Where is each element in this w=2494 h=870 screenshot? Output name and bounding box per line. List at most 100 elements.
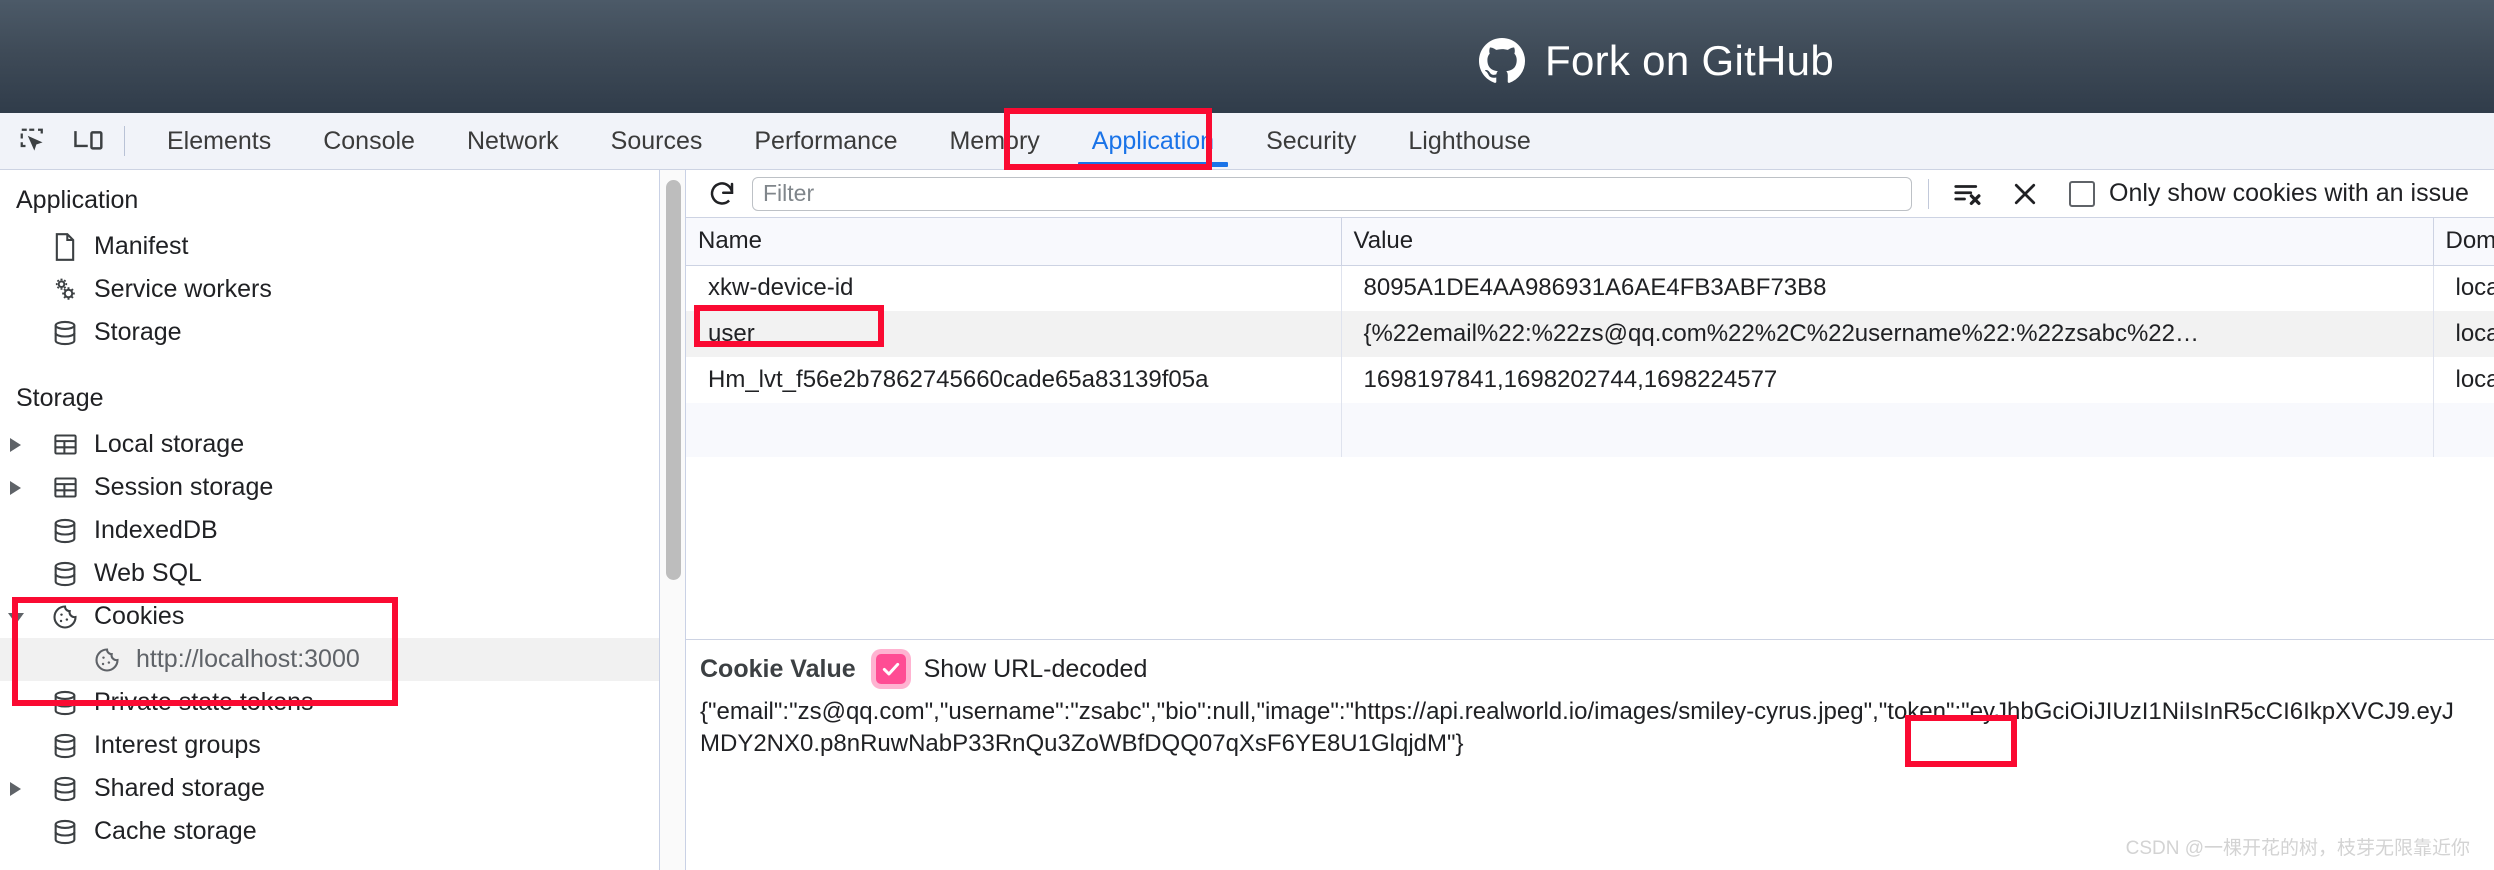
close-x-icon[interactable] xyxy=(2003,174,2047,214)
toolbar-divider xyxy=(1928,178,1929,209)
twisty-icon xyxy=(6,322,28,344)
cookie-value-line-1: {"email":"zs@qq.com","username":"zsabc",… xyxy=(700,698,2454,725)
sidebar-item-local-storage[interactable]: Local storage xyxy=(0,423,659,466)
sidebar-item-manifest[interactable]: Manifest xyxy=(0,225,659,268)
cookie-icon xyxy=(50,602,80,632)
tab-performance[interactable]: Performance xyxy=(728,113,923,169)
tab-label: Application xyxy=(1091,126,1215,155)
page-banner: Fork on GitHub xyxy=(0,0,2494,113)
sidebar-item-label: Service workers xyxy=(94,275,272,303)
devtools-tool-icons xyxy=(0,122,108,160)
cell-name: Hm_lvt_f56e2b7862745660cade65a83139f05a xyxy=(686,357,1342,403)
table-row[interactable]: Hm_lvt_f56e2b7862745660cade65a83139f05a … xyxy=(686,357,2494,403)
inspect-element-icon[interactable] xyxy=(14,122,52,160)
table-icon xyxy=(50,473,80,503)
cookie-value-line-2: MDY2NX0.p8nRuwNabP33RnQu3ZoWBfDQQ07qXsF6… xyxy=(700,729,1464,757)
sidebar-item-label: Cookies xyxy=(94,602,185,630)
tab-network[interactable]: Network xyxy=(441,113,585,169)
only-show-issues-label: Only show cookies with an issue xyxy=(2109,179,2469,207)
refresh-icon[interactable] xyxy=(700,174,744,214)
sidebar-item-label: Session storage xyxy=(94,473,274,501)
cell-domain: localhost xyxy=(2433,357,2494,403)
only-show-issues-checkbox[interactable]: Only show cookies with an issue xyxy=(2069,179,2469,208)
sidebar-item-label: http://localhost:3000 xyxy=(136,645,360,673)
database-icon xyxy=(50,731,80,761)
tab-elements[interactable]: Elements xyxy=(141,113,297,169)
clear-all-cookies-icon[interactable] xyxy=(1945,174,1989,214)
tab-memory[interactable]: Memory xyxy=(923,113,1065,169)
filter-input[interactable] xyxy=(752,176,1912,211)
fork-on-github-label: Fork on GitHub xyxy=(1545,36,1834,84)
sidebar-item-label: Manifest xyxy=(94,232,189,260)
tab-application[interactable]: Application xyxy=(1066,113,1240,169)
table-header-row: Name Value Domain Path xyxy=(686,218,2494,266)
fork-on-github-link[interactable]: Fork on GitHub xyxy=(1479,37,1834,85)
cell-value: 1698197841,1698202744,1698224577 xyxy=(1341,357,2434,403)
tab-label: Lighthouse xyxy=(1408,126,1531,155)
cookies-panel: Only show cookies with an issue Name Val… xyxy=(686,170,2494,870)
column-header-domain[interactable]: Domain xyxy=(2433,218,2494,266)
cookies-table: Name Value Domain Path xkw-device-id 809… xyxy=(686,218,2494,457)
sidebar-item-shared-storage[interactable]: Shared storage xyxy=(0,767,659,810)
sidebar-item-service-workers[interactable]: Service workers xyxy=(0,268,659,311)
sidebar-item-cookie-origin-localhost-3000[interactable]: http://localhost:3000 xyxy=(0,638,659,681)
sidebar-item-cookies[interactable]: Cookies xyxy=(0,595,659,638)
sidebar-scrollbar[interactable] xyxy=(660,170,686,870)
device-toolbar-icon[interactable] xyxy=(70,122,108,160)
tab-console[interactable]: Console xyxy=(297,113,441,169)
twisty-closed-icon[interactable] xyxy=(6,434,28,456)
devtools-tabstrip: Elements Console Network Sources Perform… xyxy=(0,113,2494,170)
sidebar-item-label: Storage xyxy=(94,318,182,346)
tab-label: Console xyxy=(323,126,415,155)
cell-name: xkw-device-id xyxy=(686,265,1342,311)
tab-lighthouse[interactable]: Lighthouse xyxy=(1382,113,1556,169)
sidebar-item-storage[interactable]: Storage xyxy=(0,311,659,354)
table-row-selected[interactable]: user {%22email%22:%22zs@qq.com%22%2C%22u… xyxy=(686,311,2494,357)
table-row[interactable]: xkw-device-id 8095A1DE4AA986931A6AE4FB3A… xyxy=(686,265,2494,311)
tab-label: Sources xyxy=(610,126,703,155)
sidebar-item-web-sql[interactable]: Web SQL xyxy=(0,552,659,595)
sidebar-section-storage: Storage Local storage Session storage In… xyxy=(0,368,659,870)
tab-security[interactable]: Security xyxy=(1240,113,1382,169)
cookies-table-wrap: Name Value Domain Path xkw-device-id 809… xyxy=(686,218,2494,640)
twisty-icon xyxy=(6,520,28,542)
tab-label: Network xyxy=(466,126,559,155)
sidebar-item-interest-groups[interactable]: Interest groups xyxy=(0,724,659,767)
twisty-open-icon[interactable] xyxy=(6,606,28,628)
tab-label: Memory xyxy=(949,126,1040,155)
csdn-watermark: CSDN @一棵开花的树，枝芽无限靠近你 xyxy=(2125,838,2470,859)
column-header-value[interactable]: Value xyxy=(1341,218,2434,266)
sidebar-item-cache-storage[interactable]: Cache storage xyxy=(0,810,659,853)
sidebar-item-indexeddb[interactable]: IndexedDB xyxy=(0,509,659,552)
filler-cell xyxy=(686,403,1342,457)
show-url-decoded-label: Show URL-decoded xyxy=(923,654,1148,683)
sidebar-item-label: Cache storage xyxy=(94,817,257,845)
cell-value: {%22email%22:%22zs@qq.com%22%2C%22userna… xyxy=(1341,311,2434,357)
sidebar-item-session-storage[interactable]: Session storage xyxy=(0,466,659,509)
database-icon xyxy=(50,516,80,546)
cookie-value-header: Cookie Value Show URL-decoded xyxy=(686,654,2494,684)
cookie-value-text[interactable]: {"email":"zs@qq.com","username":"zsabc",… xyxy=(686,684,2494,760)
sidebar-scrollbar-thumb[interactable] xyxy=(666,180,681,580)
document-icon xyxy=(50,232,80,262)
checkbox-box[interactable] xyxy=(2069,180,2095,207)
twisty-closed-icon[interactable] xyxy=(6,778,28,800)
tab-sources[interactable]: Sources xyxy=(585,113,729,169)
twisty-icon xyxy=(6,692,28,714)
sidebar-item-private-state-tokens[interactable]: Private state tokens xyxy=(0,681,659,724)
cell-domain: localhost xyxy=(2433,311,2494,357)
filler-cell xyxy=(1341,403,2434,457)
sidebar-item-label: Shared storage xyxy=(94,774,265,802)
devtools-tabs: Elements Console Network Sources Perform… xyxy=(141,113,1557,169)
twisty-closed-icon[interactable] xyxy=(6,477,28,499)
filler-cell xyxy=(2433,403,2494,457)
twisty-icon xyxy=(6,236,28,258)
gears-icon xyxy=(50,275,80,305)
devtools-body: Application Manifest Service workers Sto… xyxy=(0,170,2494,870)
cell-name: user xyxy=(686,311,1342,357)
show-url-decoded-checkbox[interactable]: Show URL-decoded xyxy=(875,654,1148,684)
checkbox-checked-icon[interactable] xyxy=(875,654,906,684)
sidebar-item-label: Web SQL xyxy=(94,559,202,587)
application-sidebar: Application Manifest Service workers Sto… xyxy=(0,170,660,870)
column-header-name[interactable]: Name xyxy=(686,218,1342,266)
